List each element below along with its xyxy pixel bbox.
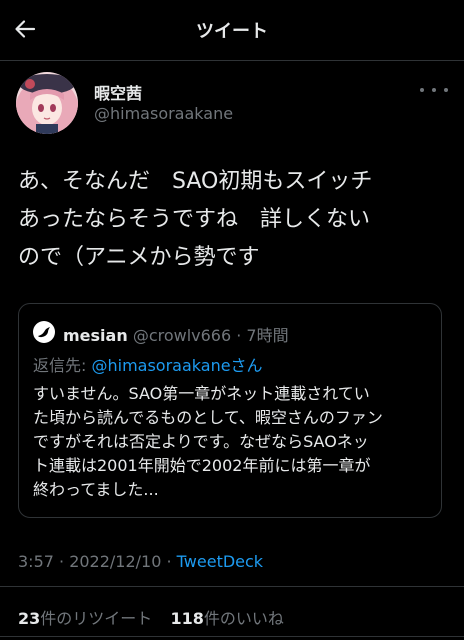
likes-count: 118 <box>170 609 204 628</box>
stats-divider-top <box>0 586 464 587</box>
likes-stat[interactable]: 118件のいいね <box>170 609 283 628</box>
quoted-tweet-card[interactable]: mesian @crowlv666 · 7時間 返信先: @himasoraak… <box>18 303 442 518</box>
retweets-count: 23 <box>18 609 41 628</box>
reply-to-label: 返信先: <box>33 356 92 375</box>
more-dot-icon <box>420 88 424 92</box>
tweet-time-date: 3:57 · 2022/12/10 · <box>18 552 177 571</box>
more-options-button[interactable] <box>420 80 448 100</box>
stats-divider-bottom <box>0 636 464 637</box>
author-handle[interactable]: @himasoraakane <box>94 104 233 123</box>
retweets-stat[interactable]: 23件のリツイート <box>18 609 152 628</box>
quoted-line: ですがそれは否定よりです。なぜならSAOネッ <box>33 432 369 451</box>
retweets-label: 件のリツイート <box>40 609 153 628</box>
quoted-line: すいません。SAO第一章がネット連載されてい <box>33 384 370 403</box>
quoted-handle-time: @crowlv666 · 7時間 <box>132 326 289 345</box>
author-display-name[interactable]: 暇空茜 <box>94 80 142 104</box>
tweet-line: ので（アニメから勢です <box>18 245 260 270</box>
tweet-source-link[interactable]: TweetDeck <box>177 552 263 571</box>
author-avatar[interactable] <box>16 72 78 134</box>
bird-icon <box>38 327 50 338</box>
quoted-tweet-text: すいません。SAO第一章がネット連載されてい た頃から読んでるものとして、暇空さ… <box>33 382 433 502</box>
quoted-author-avatar <box>33 321 55 343</box>
quoted-author-name: mesian <box>63 326 128 345</box>
quoted-line: た頃から読んでるものとして、暇空さんのファン <box>33 408 383 427</box>
more-dot-icon <box>432 88 436 92</box>
quoted-line: 終わってました... <box>33 480 159 499</box>
reply-to: 返信先: @himasoraakaneさん <box>33 352 263 376</box>
tweet-text: あ、そなんだ SAO初期もスイッチ あったならそうですね 詳しくない ので（アニ… <box>18 163 458 277</box>
top-bar: ツイート <box>0 0 464 60</box>
engagement-stats: 23件のリツイート 118件のいいね <box>18 605 284 629</box>
tweet-timestamp: 3:57 · 2022/12/10 · TweetDeck <box>18 552 263 571</box>
avatar-image <box>16 72 78 134</box>
reply-to-handle-link[interactable]: @himasoraakaneさん <box>91 356 262 375</box>
likes-label: 件のいいね <box>203 609 284 628</box>
tweet-line: あ、そなんだ SAO初期もスイッチ <box>18 169 373 194</box>
quoted-header: mesian @crowlv666 · 7時間 <box>63 322 289 346</box>
page-title: ツイート <box>196 21 268 42</box>
quoted-line: ト連載は2001年開始で2002年前には第一章が <box>33 456 371 475</box>
header-divider <box>0 60 464 61</box>
tweet-line: あったならそうですね 詳しくない <box>18 207 371 232</box>
more-dot-icon <box>444 88 448 92</box>
